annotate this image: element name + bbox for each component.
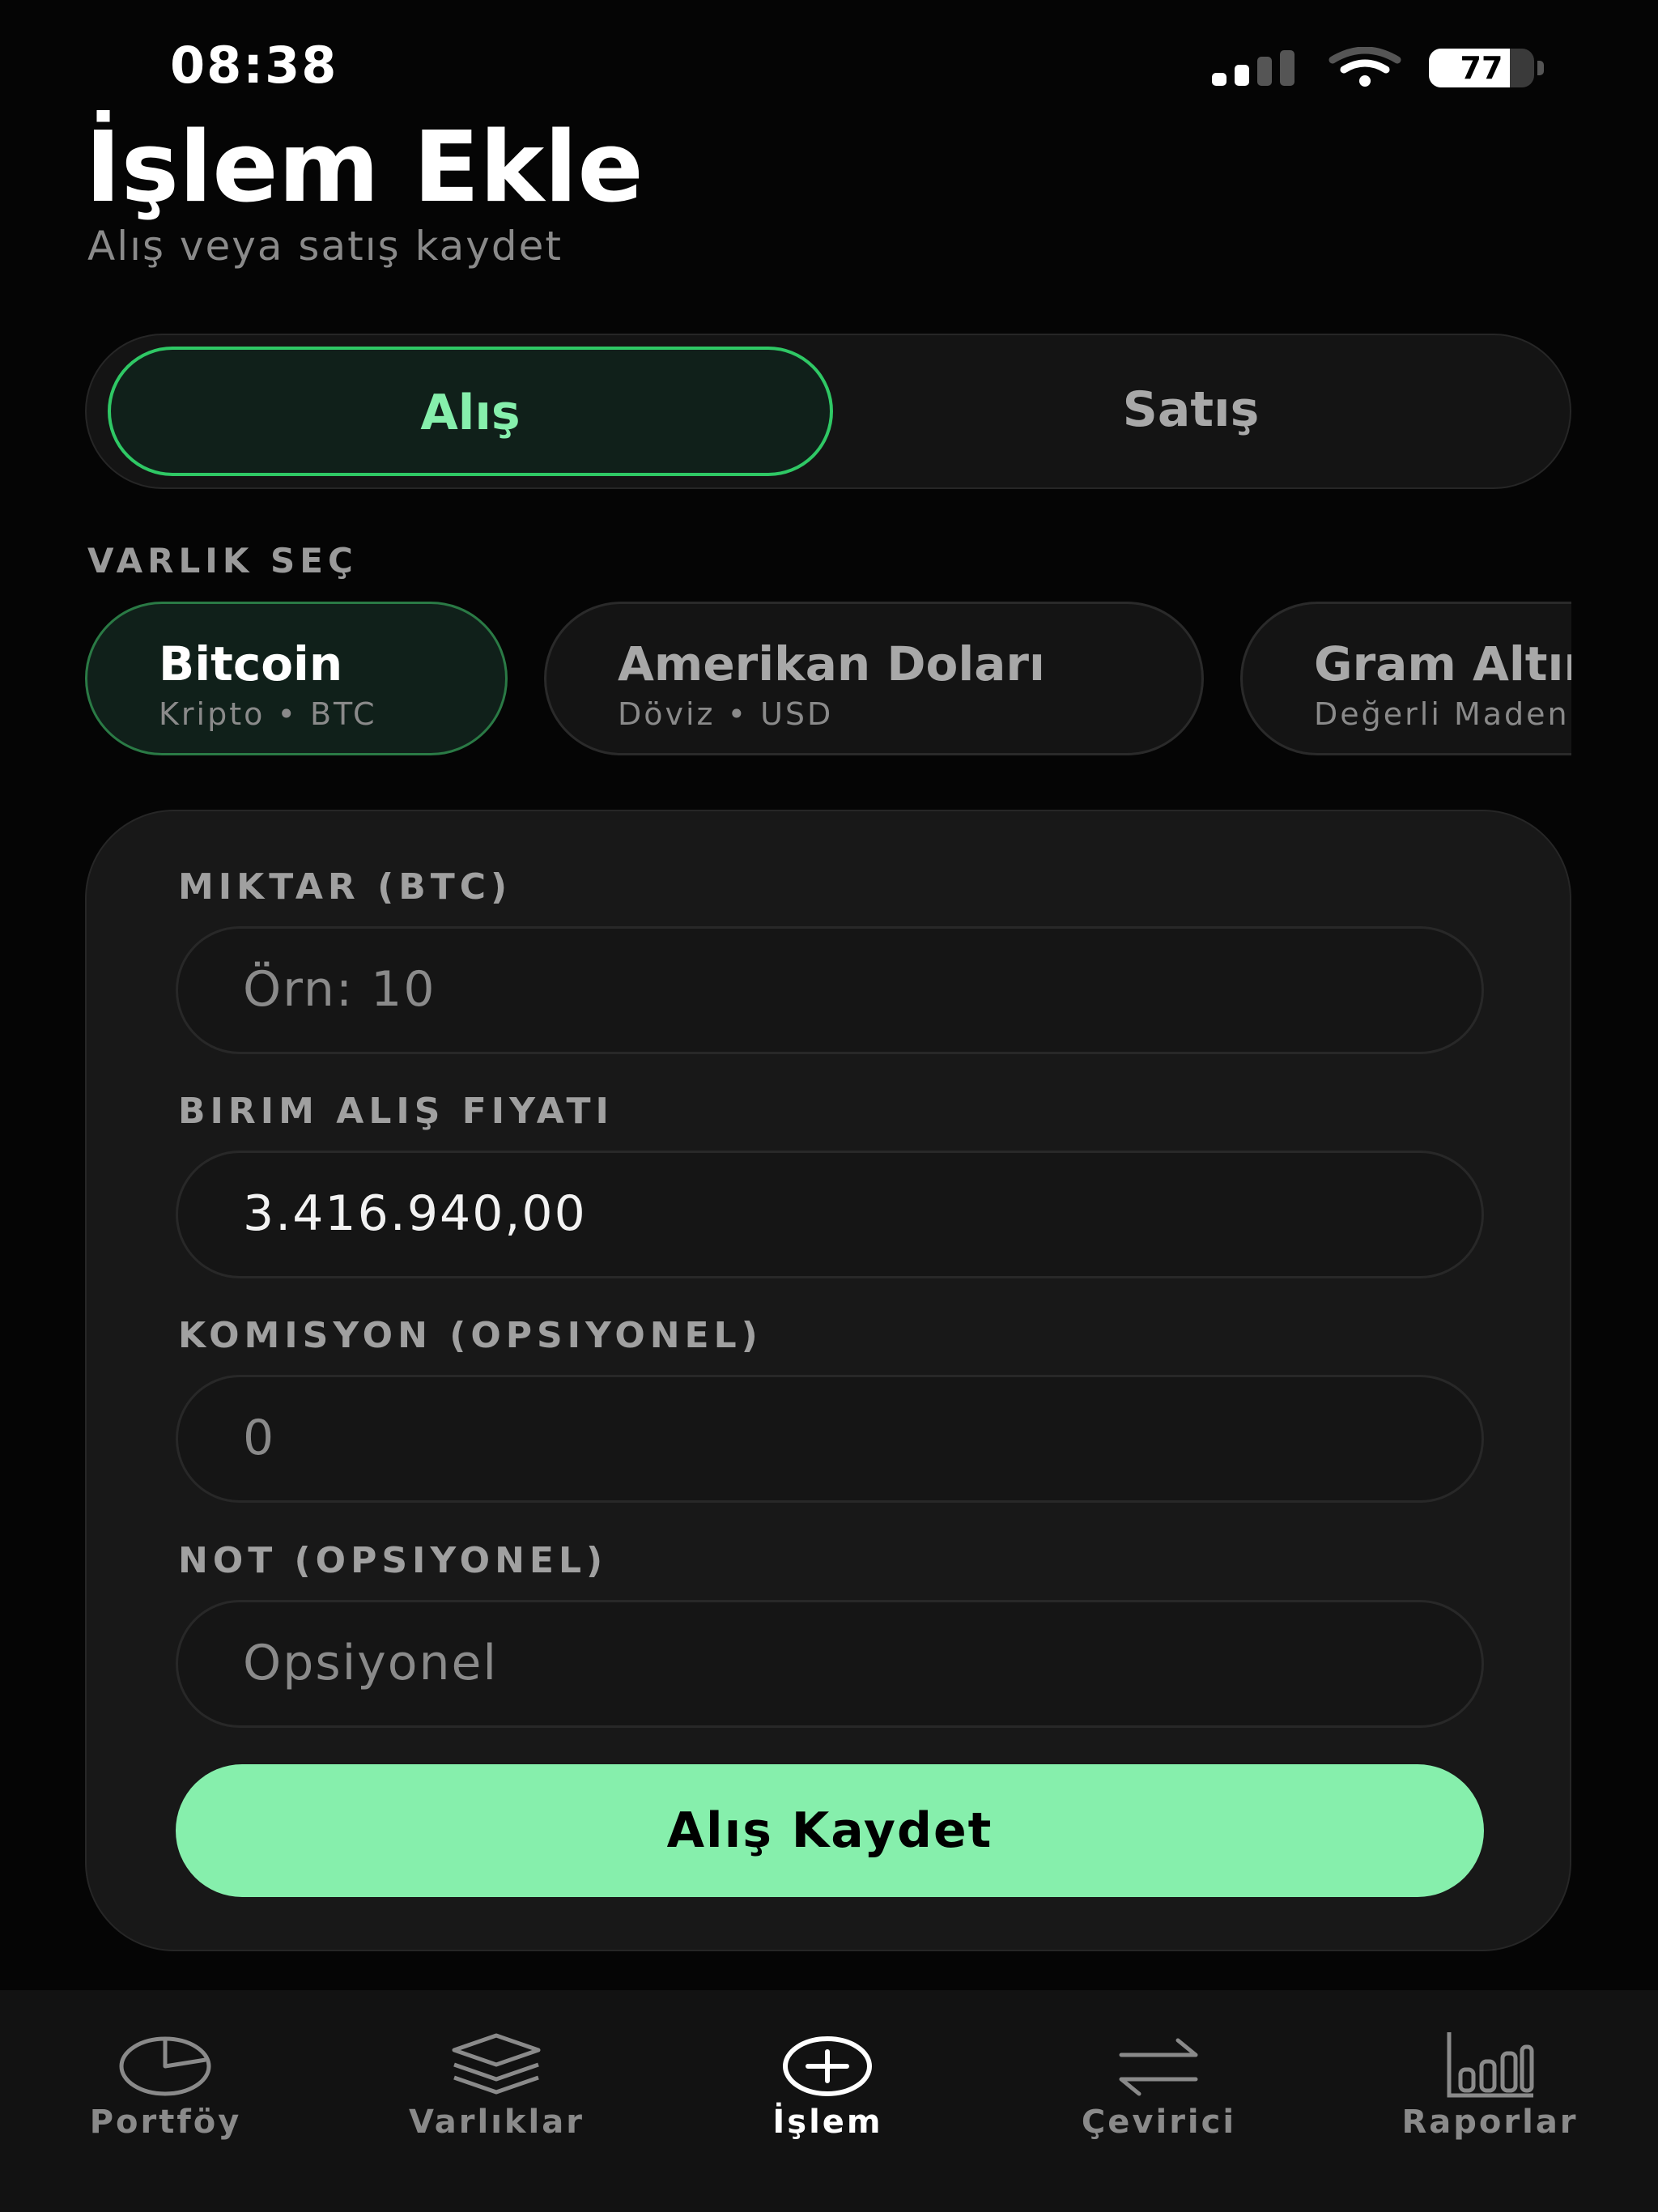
battery-icon: 77 bbox=[1429, 49, 1546, 87]
buy-tab[interactable]: Alış bbox=[108, 347, 833, 476]
page-title: İşlem Ekle bbox=[85, 112, 644, 224]
amount-input[interactable]: Örn: 10 bbox=[176, 926, 1484, 1054]
asset-selector[interactable]: Bitcoin Kripto • BTC Amerikan Doları Döv… bbox=[85, 602, 1571, 757]
note-label: NOT (OPSIYONEL) bbox=[178, 1540, 608, 1581]
tab-assets[interactable]: Varlıklar bbox=[331, 1990, 662, 2212]
swap-arrows-icon bbox=[1119, 2038, 1198, 2096]
asset-chip-gold[interactable]: Gram Altın Değerli Maden bbox=[1240, 602, 1571, 755]
pie-chart-icon bbox=[119, 2036, 211, 2096]
asset-name: Bitcoin bbox=[159, 636, 343, 691]
tab-label: Raporlar bbox=[1401, 2104, 1579, 2141]
asset-name: Amerikan Doları bbox=[618, 636, 1045, 691]
asset-meta: Kripto • BTC bbox=[159, 696, 377, 732]
sell-tab[interactable]: Satış bbox=[828, 347, 1554, 476]
asset-chip-usd[interactable]: Amerikan Doları Döviz • USD bbox=[544, 602, 1204, 755]
bottom-tab-bar: Portföy Varlıklar İşlem Çevirici Raporla… bbox=[0, 1990, 1658, 2212]
commission-label: KOMISYON (OPSIYONEL) bbox=[178, 1315, 763, 1356]
asset-name: Gram Altın bbox=[1314, 636, 1571, 691]
layers-icon bbox=[452, 2033, 541, 2095]
commission-input[interactable]: 0 bbox=[176, 1375, 1484, 1503]
tab-portfolio[interactable]: Portföy bbox=[0, 1990, 331, 2212]
status-time: 08:38 bbox=[170, 36, 338, 95]
status-bar: 08:38 77 bbox=[0, 0, 1658, 121]
asset-meta: Döviz • USD bbox=[618, 696, 834, 732]
tab-label: Portföy bbox=[89, 2104, 242, 2141]
battery-percentage: 77 bbox=[1460, 50, 1503, 86]
cellular-signal-icon bbox=[1212, 50, 1317, 86]
asset-section-label: VARLIK SEÇ bbox=[87, 541, 358, 581]
tab-converter[interactable]: Çevirici bbox=[993, 1990, 1324, 2212]
tab-reports[interactable]: Raporlar bbox=[1324, 1990, 1656, 2212]
unit-price-label: BIRIM ALIŞ FIYATI bbox=[178, 1091, 614, 1132]
tab-label: Çevirici bbox=[1081, 2104, 1237, 2141]
save-buy-button[interactable]: Alış Kaydet bbox=[176, 1764, 1484, 1897]
wifi-icon bbox=[1328, 46, 1402, 87]
transaction-form: MIKTAR (BTC) Örn: 10 BIRIM ALIŞ FIYATI 3… bbox=[85, 810, 1571, 1951]
trade-type-toggle: Alış Satış bbox=[85, 334, 1571, 489]
unit-price-input[interactable]: 3.416.940,00 bbox=[176, 1151, 1484, 1278]
plus-circle-icon bbox=[783, 2036, 872, 2096]
asset-meta: Değerli Maden bbox=[1314, 696, 1570, 732]
tab-transaction[interactable]: İşlem bbox=[662, 1990, 993, 2212]
tab-label: Varlıklar bbox=[409, 2104, 585, 2141]
tab-label: İşlem bbox=[772, 2104, 883, 2141]
asset-chip-bitcoin[interactable]: Bitcoin Kripto • BTC bbox=[85, 602, 508, 755]
note-input[interactable]: Opsiyonel bbox=[176, 1600, 1484, 1728]
page-subtitle: Alış veya satış kaydet bbox=[87, 223, 563, 270]
amount-label: MIKTAR (BTC) bbox=[178, 866, 512, 908]
bar-chart-icon bbox=[1447, 2032, 1534, 2098]
